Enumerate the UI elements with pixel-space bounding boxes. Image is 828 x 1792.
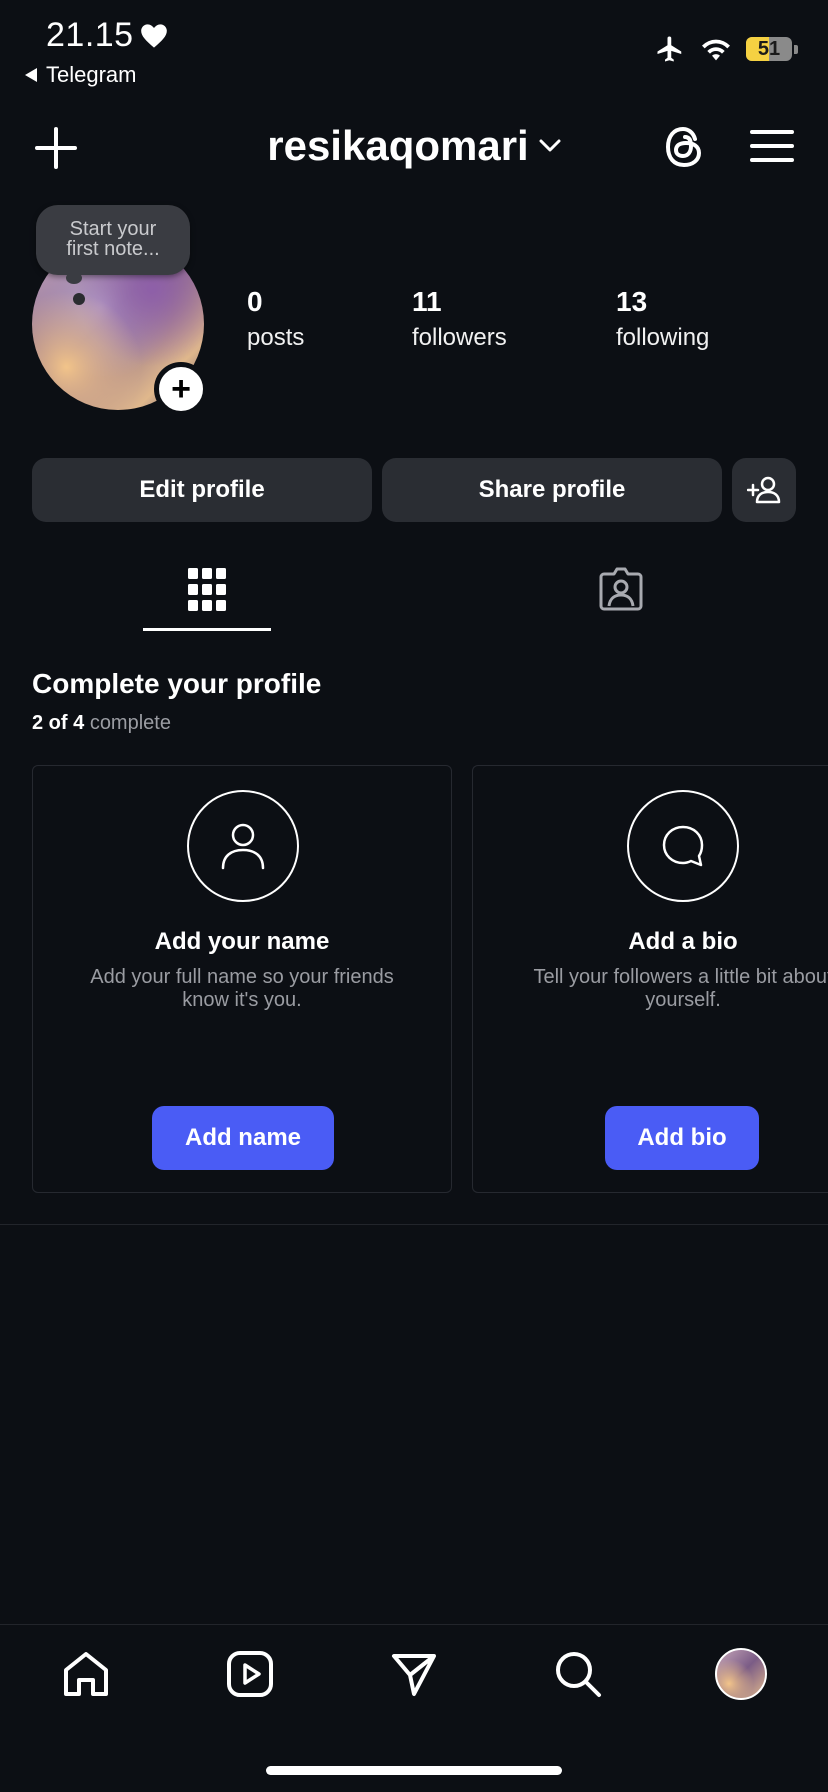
battery-indicator: 51 [746,37,798,61]
battery-level: 51 [757,37,781,60]
add-bio-button[interactable]: Add bio [605,1106,759,1170]
home-icon[interactable] [62,1650,110,1698]
stat-followers[interactable]: 11 followers [412,286,507,352]
note-bubble-tail [66,272,82,284]
wifi-icon [702,39,730,61]
edit-profile-button[interactable]: Edit profile [32,458,372,522]
card-title: Add a bio [628,928,738,955]
tab-grid-icon[interactable] [188,568,226,612]
add-name-button[interactable]: Add name [152,1106,334,1170]
chevron-down-icon [539,139,561,152]
tab-tagged-icon[interactable] [598,566,644,612]
back-app-label: Telegram [46,62,137,87]
stat-posts: 0 posts [247,286,304,352]
active-tab-indicator [143,628,271,631]
nav-divider [0,1624,828,1625]
progress-suffix: complete [89,712,171,734]
note-bubble[interactable]: Start your first note... [36,205,190,275]
posts-count: 0 [247,286,263,317]
back-to-app[interactable]: Telegram [24,62,136,88]
card-description: Tell your followers a little bit about y… [533,966,828,1011]
content-divider [0,1224,828,1225]
home-indicator[interactable] [266,1766,562,1775]
discover-people-button[interactable] [732,458,796,522]
note-placeholder: Start your first note... [66,218,160,260]
username: resikaqomari [267,122,529,169]
add-bio-card: Add a bio Tell your followers a little b… [472,765,828,1193]
person-icon [221,823,265,870]
search-icon[interactable] [554,1650,602,1698]
profile-tab-avatar[interactable] [715,1648,767,1700]
chat-icon-circle [627,790,739,902]
stat-following[interactable]: 13 following [616,286,709,352]
share-profile-button[interactable]: Share profile [382,458,722,522]
airplane-icon [657,36,682,62]
heart-icon [140,23,167,48]
reels-icon[interactable] [226,1650,274,1698]
followers-count: 11 [412,286,442,317]
direct-message-icon[interactable] [390,1650,438,1698]
threads-icon[interactable] [662,124,706,170]
add-name-card: Add your name Add your full name so your… [32,765,452,1193]
complete-profile-title: Complete your profile [32,668,322,699]
add-story-button[interactable]: + [154,362,208,416]
posts-label: posts [247,324,305,351]
chat-bubble-icon [662,825,704,867]
person-icon-circle [187,790,299,902]
following-count: 13 [616,286,648,317]
card-title: Add your name [154,928,330,955]
status-time: 21.15 [46,16,168,55]
progress-count: 2 of 4 [32,712,85,734]
back-triangle-icon [25,68,37,82]
card-description: Add your full name so your friends know … [90,966,394,1011]
note-bubble-tail-dot [73,293,85,305]
followers-label: followers [412,324,507,351]
complete-profile-progress: 2 of 4 complete [32,712,171,735]
status-indicators: 51 [654,34,798,64]
menu-icon[interactable] [750,128,794,164]
status-time-text: 21.15 [46,16,134,54]
add-person-icon [747,476,781,504]
following-label: following [616,324,710,351]
